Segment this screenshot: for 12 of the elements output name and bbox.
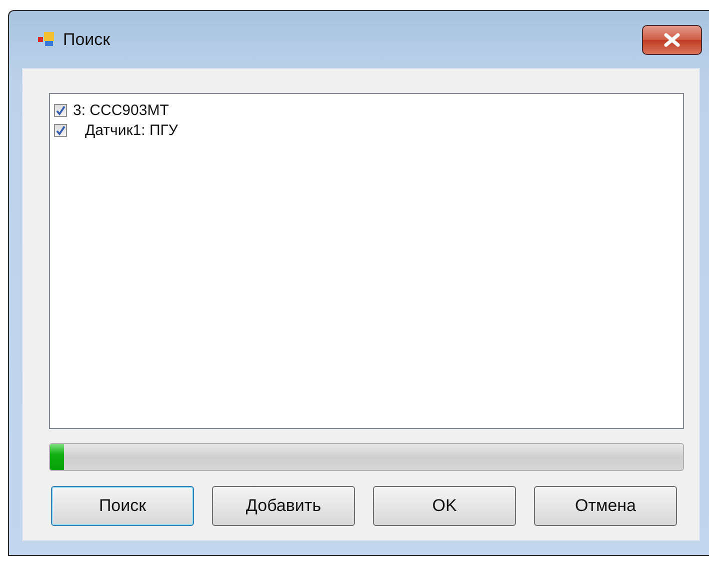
- tree-item[interactable]: 3: CCC903MT: [73, 102, 169, 118]
- checkbox[interactable]: [54, 124, 67, 136]
- tree-item[interactable]: Датчик1: ПГУ: [73, 122, 178, 138]
- dialog-button[interactable]: Добавить: [212, 486, 355, 526]
- dialog-button[interactable]: Отмена: [534, 486, 677, 526]
- window-title: Поиск: [63, 30, 110, 50]
- close-icon: [663, 32, 681, 46]
- dialog-button[interactable]: OK: [373, 486, 516, 526]
- dialog-button[interactable]: Поиск: [51, 486, 194, 526]
- app-icon: [38, 32, 55, 47]
- close-button[interactable]: [642, 24, 702, 54]
- checkbox[interactable]: [54, 104, 67, 116]
